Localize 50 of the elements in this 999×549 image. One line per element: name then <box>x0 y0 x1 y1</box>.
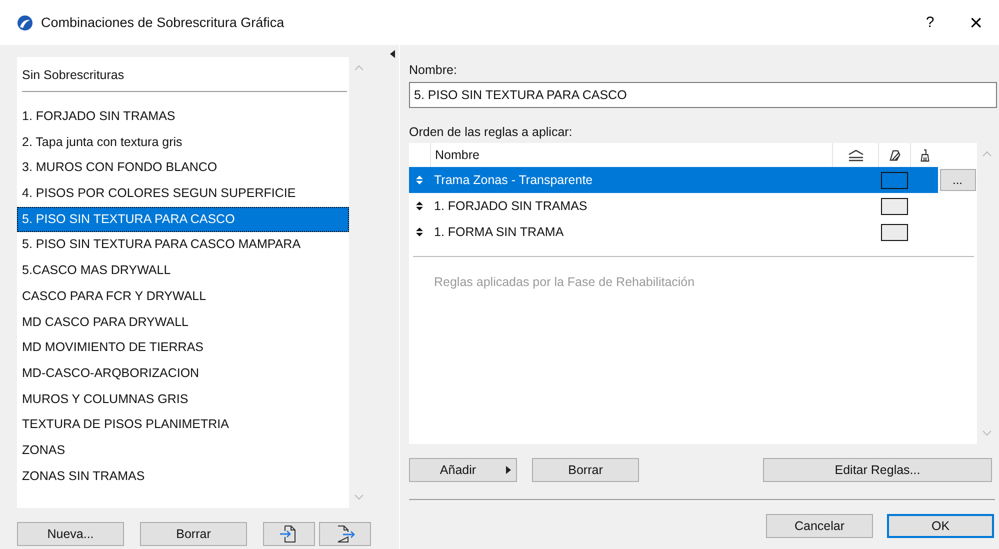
import-button[interactable] <box>263 522 315 546</box>
rule-row[interactable]: 1. FORMA SIN TRAMA <box>409 219 977 245</box>
layers-icon <box>848 148 864 162</box>
more-button[interactable]: ... <box>940 169 976 191</box>
phase-rules-note: Reglas aplicadas por la Fase de Rehabilitación <box>433 274 696 289</box>
reorder-icon[interactable] <box>416 201 423 211</box>
list-item[interactable]: MD MOVIMIENTO DE TIERRAS <box>17 335 349 361</box>
rule-name: 1. FORJADO SIN TRAMAS <box>433 199 588 213</box>
app-logo-icon <box>17 14 33 30</box>
list-item[interactable]: MD CASCO PARA DRYWALL <box>17 310 349 336</box>
new-button[interactable]: Nueva... <box>17 522 124 546</box>
collapse-arrow-icon[interactable] <box>390 50 396 58</box>
list-item[interactable]: ZONAS <box>17 438 349 464</box>
list-item[interactable]: 3. MUROS CON FONDO BLANCO <box>17 155 349 182</box>
window-title: Combinaciones de Sobrescritura Gráfica <box>41 15 286 30</box>
rules-label: Orden de las reglas a aplicar: <box>409 124 574 141</box>
list-item[interactable]: 2. Tapa junta con textura gris <box>17 130 349 156</box>
fill-swatch[interactable] <box>880 172 908 188</box>
list-item[interactable]: 1. FORJADO SIN TRAMAS <box>17 104 349 130</box>
rule-name: Trama Zonas - Transparente <box>433 173 594 187</box>
list-item[interactable]: Sin Sobrescrituras <box>17 63 349 91</box>
rule-name: 1. FORMA SIN TRAMA <box>433 225 565 239</box>
list-item[interactable]: 5. PISO SIN TEXTURA PARA CASCO <box>17 206 349 232</box>
rule-row[interactable]: Trama Zonas - Transparente ... <box>409 167 977 193</box>
list-item[interactable]: MUROS Y COLUMNAS GRIS <box>17 386 349 412</box>
list-item[interactable]: ZONAS SIN TRAMAS <box>17 464 349 490</box>
ok-button[interactable]: OK <box>887 514 994 538</box>
hatch-fill-icon <box>886 148 902 162</box>
cancel-button[interactable]: Cancelar <box>766 514 873 538</box>
submenu-arrow-icon <box>506 466 511 474</box>
help-button[interactable]: ? <box>907 0 953 45</box>
rule-row[interactable]: 1. FORJADO SIN TRAMAS <box>409 193 977 219</box>
list-item[interactable]: 4. PISOS POR COLORES SEGUN SUPERFICIE <box>17 181 349 207</box>
list-item[interactable]: 5.CASCO MAS DRYWALL <box>17 258 349 284</box>
export-file-icon <box>335 524 355 544</box>
list-item[interactable]: 5. PISO SIN TEXTURA PARA CASCO MAMPARA <box>17 232 349 258</box>
delete-button[interactable]: Borrar <box>140 522 247 546</box>
delete-rule-button[interactable]: Borrar <box>532 458 639 482</box>
export-button[interactable] <box>319 522 371 546</box>
close-button[interactable]: × <box>953 0 999 45</box>
fill-swatch[interactable] <box>880 224 908 240</box>
list-item[interactable]: TEXTURA DE PISOS PLANIMETRIA <box>17 412 349 438</box>
list-item[interactable]: CASCO PARA FCR Y DRYWALL <box>17 284 349 310</box>
add-button[interactable]: Añadir <box>409 458 517 482</box>
name-label: Nombre: <box>409 62 458 79</box>
list-item[interactable]: MD-CASCO-ARQBORIZACION <box>17 360 349 387</box>
fill-swatch[interactable] <box>880 198 908 214</box>
edit-rules-button[interactable]: Editar Reglas... <box>763 458 992 482</box>
name-field[interactable]: 5. PISO SIN TEXTURA PARA CASCO <box>409 82 997 108</box>
reorder-icon[interactable] <box>416 227 423 237</box>
